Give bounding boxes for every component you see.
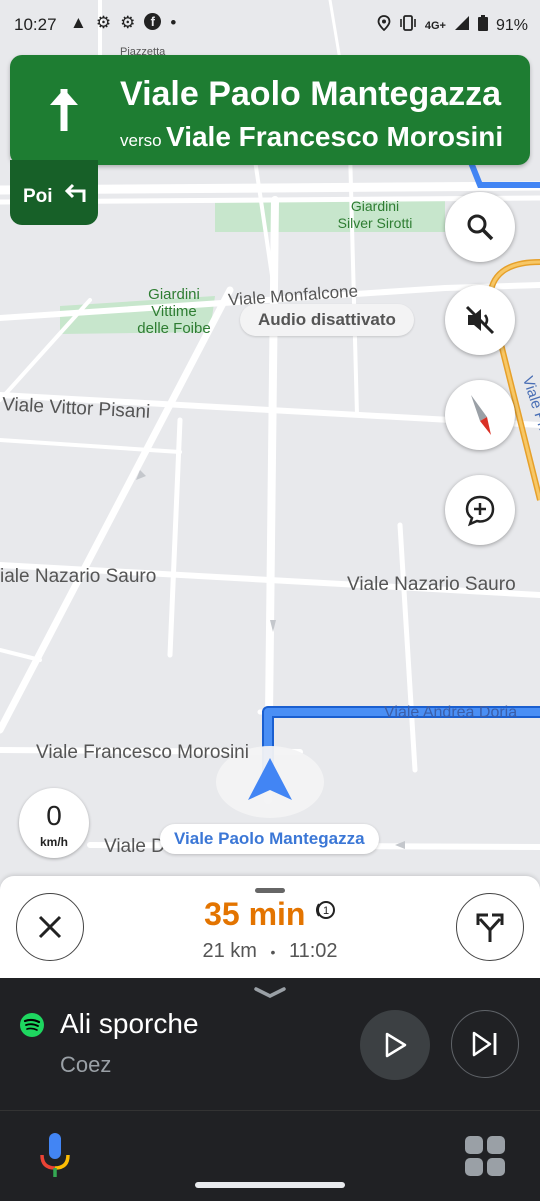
sheet-drag-handle[interactable] [255, 888, 285, 893]
track-title: Ali sporche [60, 1008, 199, 1039]
search-icon [467, 214, 494, 241]
play-icon [385, 1032, 407, 1058]
location-icon [377, 15, 391, 36]
status-bar: 10:27 ▲ ⚙ ⚙ f • 4G+ 91% [0, 0, 540, 48]
meta-separator: • [270, 944, 276, 960]
media-player[interactable]: Ali sporche Coez [0, 978, 540, 1110]
map-label-sauro-right: Viale Nazario Sauro [347, 574, 516, 595]
fork-route-icon [476, 913, 504, 942]
map-label-giardini-sirotti: Giardini Silver Sirotti [337, 198, 413, 231]
spotify-icon [20, 1013, 44, 1037]
compass-button[interactable] [445, 380, 515, 450]
trip-distance: 21 km [202, 940, 257, 962]
expand-chevron-icon[interactable] [253, 986, 287, 1000]
settings-status-icon: ⚙ [95, 13, 112, 32]
turn-left-icon [64, 183, 86, 202]
home-gesture-bar[interactable] [195, 1182, 345, 1188]
toward-street: Viale Francesco Morosini [166, 121, 504, 152]
toward-prefix: verso [120, 131, 162, 150]
audio-muted-chip: Audio disattivato [240, 304, 414, 336]
toward-line: verso Viale Francesco Morosini [120, 121, 503, 153]
skip-next-icon [472, 1031, 497, 1057]
track-artist: Coez [60, 1052, 112, 1077]
speed-value: 0 [46, 800, 62, 831]
svg-text:1: 1 [323, 905, 329, 917]
arrival-time: 11:02 [288, 940, 338, 962]
volume-off-icon [465, 305, 495, 335]
navigation-instruction-card[interactable]: Viale Paolo Mantegazza verso Viale Franc… [10, 55, 530, 165]
signal-icon [454, 15, 470, 36]
map-label-sauro-left: iale Nazario Sauro [0, 566, 157, 587]
network-type: 4G+ [424, 19, 446, 32]
battery-icon [477, 15, 488, 36]
google-assistant-mic-icon[interactable] [38, 1131, 72, 1181]
battery-level: 91% [495, 16, 528, 34]
trip-meta: 21 km • 11:02 [0, 940, 540, 963]
trip-summary-sheet[interactable]: 35 min 1 21 km • 11:02 [0, 876, 540, 978]
facebook-status-icon: f [144, 13, 162, 30]
report-button[interactable] [445, 475, 515, 545]
toll-icon: 1 [315, 901, 335, 919]
settings-status-icon-2: ⚙ [120, 13, 136, 32]
app-launcher-icon[interactable] [464, 1135, 506, 1177]
compass-icon [471, 395, 491, 435]
arrow-straight-icon [50, 89, 78, 131]
map-label-andrea-doria: Viale Andrea Doria [384, 704, 518, 721]
mute-button[interactable] [445, 285, 515, 355]
search-button[interactable] [445, 192, 515, 262]
more-notifications-dot: • [170, 13, 177, 32]
eta-time: 35 min [204, 896, 306, 932]
navigation-status-icon: ▲ [70, 13, 87, 32]
skip-next-button[interactable] [451, 1010, 519, 1078]
speedometer: 0 km/h [19, 788, 89, 858]
map-label-giardini-foibe: Giardini Vittime delle Foibe [137, 286, 211, 337]
status-time: 10:27 [14, 15, 57, 34]
current-street-label: Viale Paolo Mantegazza [160, 824, 379, 854]
vibrate-icon [399, 15, 417, 36]
play-button[interactable] [360, 1010, 430, 1080]
speed-unit: km/h [39, 835, 68, 849]
add-report-icon [465, 495, 495, 527]
map-label-morosini: Viale Francesco Morosini [36, 742, 249, 763]
then-maneuver-card[interactable]: Poi [10, 160, 98, 225]
then-label: Poi [23, 186, 53, 207]
alternate-routes-button[interactable] [456, 893, 524, 961]
next-street-name: Viale Paolo Mantegazza [120, 75, 502, 113]
